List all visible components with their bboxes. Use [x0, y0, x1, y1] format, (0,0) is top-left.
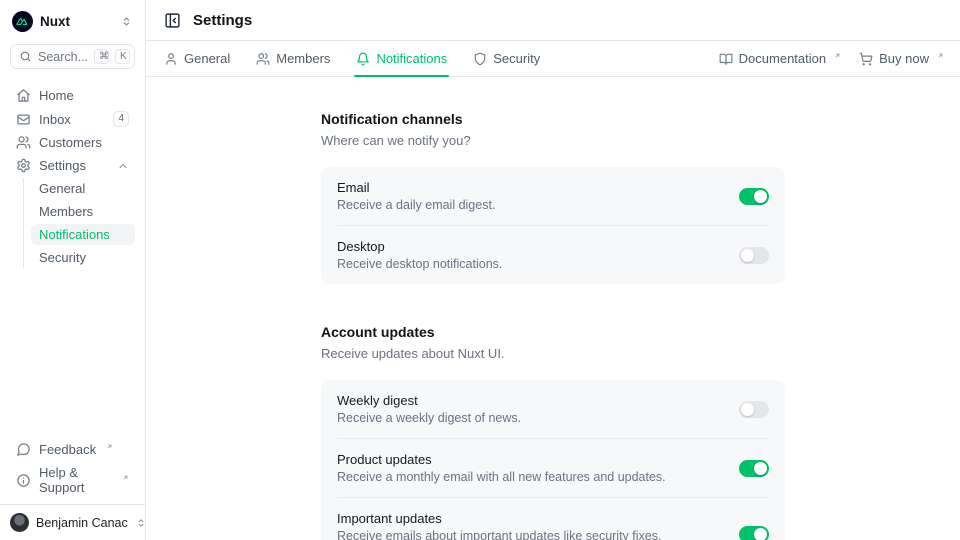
settings-subtree: General Members Notifications Security: [23, 178, 135, 268]
shield-icon: [473, 52, 487, 66]
user-menu[interactable]: Benjamin Canac: [0, 504, 145, 540]
sidebar-item-settings[interactable]: Settings: [10, 155, 135, 176]
team-switcher[interactable]: Nuxt: [0, 0, 145, 38]
buy-now-label: Buy now: [879, 51, 929, 66]
product-updates-toggle[interactable]: [739, 460, 769, 477]
sidebar-item-label: Customers: [39, 135, 129, 150]
setting-row-weekly-digest: Weekly digest Receive a weekly digest of…: [321, 380, 785, 438]
sidebar-item-members[interactable]: Members: [31, 201, 135, 222]
setting-row-product-updates: Product updates Receive a monthly email …: [321, 439, 785, 497]
section-subtitle: Where can we notify you?: [321, 133, 785, 148]
bell-icon: [356, 52, 370, 66]
sidebar-footer: Feedback Help & Support: [0, 433, 145, 504]
sidebar-nav: Home Inbox 4 Customers Settings General …: [0, 77, 145, 433]
header-links: Documentation Buy now: [719, 41, 944, 76]
external-link-icon: [106, 443, 113, 450]
tab-security[interactable]: Security: [471, 41, 542, 76]
tab-members[interactable]: Members: [254, 41, 332, 76]
settings-card: Email Receive a daily email digest. Desk…: [321, 167, 785, 284]
sidebar-item-label: Settings: [39, 158, 109, 173]
weekly-digest-toggle[interactable]: [739, 401, 769, 418]
inbox-count-badge: 4: [113, 111, 129, 127]
info-circle-icon: [16, 473, 31, 488]
section-title: Notification channels: [321, 111, 785, 127]
page-title: Settings: [193, 12, 252, 29]
search-icon: [19, 50, 32, 63]
user-name: Benjamin Canac: [36, 516, 128, 530]
inbox-icon: [16, 112, 31, 127]
sidebar-item-label: Inbox: [39, 112, 105, 127]
message-bubble-icon: [16, 442, 31, 457]
kbd-cmd: ⌘: [94, 49, 109, 64]
buy-now-link[interactable]: Buy now: [859, 51, 944, 66]
search-placeholder: Search...: [38, 50, 88, 64]
tab-label: General: [184, 51, 230, 66]
setting-row-important-updates: Important updates Receive emails about i…: [321, 498, 785, 540]
home-icon: [16, 88, 31, 103]
sidebar-item-inbox[interactable]: Inbox 4: [10, 108, 135, 130]
important-updates-toggle[interactable]: [739, 526, 769, 540]
content-area: Notification channels Where can we notif…: [146, 77, 960, 540]
collapse-sidebar-icon[interactable]: [162, 10, 183, 31]
external-link-icon: [834, 52, 841, 59]
users-icon: [256, 52, 270, 66]
brand-name: Nuxt: [40, 14, 111, 29]
setting-label: Weekly digest: [337, 393, 723, 408]
app-window: Nuxt Search... ⌘ K Home Inbox 4 Cust: [0, 0, 960, 540]
documentation-link[interactable]: Documentation: [719, 51, 841, 66]
setting-row-email: Email Receive a daily email digest.: [321, 167, 785, 225]
tab-notifications[interactable]: Notifications: [354, 41, 449, 76]
email-toggle[interactable]: [739, 188, 769, 205]
settings-card: Weekly digest Receive a weekly digest of…: [321, 380, 785, 540]
sidebar-item-security[interactable]: Security: [31, 247, 135, 268]
tab-general[interactable]: General: [162, 41, 232, 76]
setting-description: Receive emails about important updates l…: [337, 529, 723, 540]
external-link-icon: [122, 474, 129, 481]
sidebar-item-home[interactable]: Home: [10, 85, 135, 106]
book-open-icon: [719, 52, 733, 66]
search-input[interactable]: Search... ⌘ K: [10, 44, 135, 69]
section-title: Account updates: [321, 324, 785, 340]
feedback-link[interactable]: Feedback: [10, 439, 135, 460]
main-panel: Settings General Members Notifications S…: [146, 0, 960, 540]
tab-label: Security: [493, 51, 540, 66]
page-header: Settings: [146, 0, 960, 41]
setting-label: Desktop: [337, 239, 723, 254]
chevrons-up-down-icon: [135, 517, 147, 529]
sidebar-item-notifications[interactable]: Notifications: [31, 224, 135, 245]
sidebar-item-label: Home: [39, 88, 129, 103]
help-support-label: Help & Support: [39, 465, 112, 495]
setting-label: Product updates: [337, 452, 723, 467]
section-notification-channels: Notification channels Where can we notif…: [321, 111, 785, 284]
section-subtitle: Receive updates about Nuxt UI.: [321, 346, 785, 361]
documentation-label: Documentation: [739, 51, 826, 66]
feedback-label: Feedback: [39, 442, 96, 457]
setting-label: Email: [337, 180, 723, 195]
help-support-link[interactable]: Help & Support: [10, 462, 135, 498]
desktop-toggle[interactable]: [739, 247, 769, 264]
setting-description: Receive desktop notifications.: [337, 257, 723, 271]
users-icon: [16, 135, 31, 150]
setting-description: Receive a monthly email with all new fea…: [337, 470, 723, 484]
user-avatar: [10, 513, 29, 532]
nuxt-logo-icon: [12, 11, 33, 32]
sidebar: Nuxt Search... ⌘ K Home Inbox 4 Cust: [0, 0, 146, 540]
section-account-updates: Account updates Receive updates about Nu…: [321, 324, 785, 540]
sidebar-item-general[interactable]: General: [31, 178, 135, 199]
setting-row-desktop: Desktop Receive desktop notifications.: [321, 226, 785, 284]
setting-description: Receive a daily email digest.: [337, 198, 723, 212]
user-icon: [164, 52, 178, 66]
external-link-icon: [937, 52, 944, 59]
setting-description: Receive a weekly digest of news.: [337, 411, 723, 425]
chevrons-up-down-icon[interactable]: [118, 13, 135, 30]
tab-label: Members: [276, 51, 330, 66]
tab-label: Notifications: [376, 51, 447, 66]
settings-tabbar: General Members Notifications Security D…: [146, 41, 960, 77]
sidebar-item-customers[interactable]: Customers: [10, 132, 135, 153]
setting-label: Important updates: [337, 511, 723, 526]
shopping-cart-icon: [859, 52, 873, 66]
chevron-up-icon: [117, 160, 129, 172]
kbd-k: K: [115, 49, 130, 64]
gear-icon: [16, 158, 31, 173]
